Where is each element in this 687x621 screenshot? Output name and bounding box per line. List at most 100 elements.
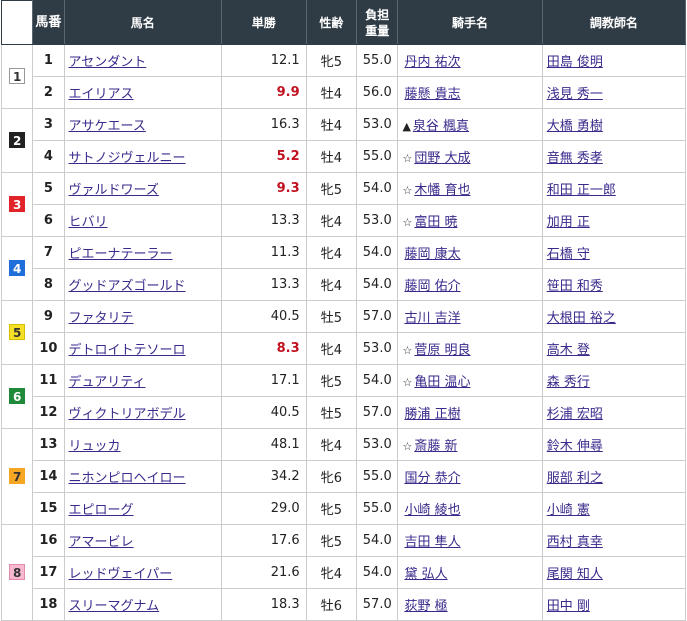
waku-cell: 1: [0, 44, 34, 109]
jockey-link[interactable]: 菅原 明良: [414, 343, 470, 358]
trainer-link[interactable]: 田島 俊明: [547, 55, 603, 70]
trainer-link[interactable]: 杉浦 宏昭: [547, 407, 603, 422]
horse-name-link[interactable]: アサケエース: [69, 119, 146, 134]
trainer-cell: 浅見 秀一: [541, 76, 687, 109]
table-row: 8 16 アマービレ 17.6 牝5 54.0 吉田 隼人 西村 真幸: [0, 524, 687, 621]
horse-name-link[interactable]: アマービレ: [69, 535, 134, 550]
waku-badge: 8: [9, 564, 26, 580]
header-jockey: 騎手名: [397, 0, 543, 45]
waku-badge: 1: [9, 68, 26, 84]
trainer-link[interactable]: 大根田 裕之: [547, 311, 616, 326]
horse-name-cell: アサケエース: [63, 108, 222, 141]
horse-name-link[interactable]: ヒバリ: [69, 215, 108, 230]
jockey-cell: ☆ 富田 暁: [397, 204, 543, 237]
win-odds: 12.1: [220, 44, 307, 77]
trainer-link[interactable]: 音無 秀孝: [547, 151, 603, 166]
jockey-link[interactable]: 亀田 温心: [414, 375, 470, 390]
waku-badge: 2: [9, 132, 26, 148]
horse-name-link[interactable]: ピエーナテーラー: [69, 247, 173, 262]
jockey-cell: ☆ 亀田 温心: [397, 364, 543, 397]
apprentice-mark: ☆: [402, 216, 413, 229]
trainer-link[interactable]: 大橋 勇樹: [547, 119, 603, 134]
trainer-link[interactable]: 浅見 秀一: [547, 87, 603, 102]
carried-weight: 57.0: [356, 396, 399, 429]
horse-name-cell: エイリアス: [63, 76, 222, 109]
win-odds: 9.9: [220, 76, 307, 109]
jockey-cell: 藤懸 貴志: [397, 76, 543, 109]
jockey-link[interactable]: 斎藤 新: [414, 439, 457, 454]
jockey-link[interactable]: 小崎 綾也: [404, 503, 460, 518]
trainer-link[interactable]: 尾関 知人: [547, 567, 603, 582]
jockey-cell: 黛 弘人: [397, 556, 543, 589]
horse-number: 8: [32, 268, 65, 301]
horse-number: 13: [32, 428, 65, 461]
jockey-link[interactable]: 吉田 隼人: [404, 535, 460, 550]
trainer-cell: 森 秀行: [541, 364, 687, 397]
jockey-link[interactable]: 泉谷 楓真: [413, 119, 469, 134]
jockey-link[interactable]: 藤岡 康太: [404, 247, 460, 262]
jockey-link[interactable]: 藤懸 貴志: [404, 87, 460, 102]
jockey-link[interactable]: 団野 大成: [414, 151, 470, 166]
trainer-link[interactable]: 小崎 憲: [547, 503, 590, 518]
horse-name-link[interactable]: グッドアズゴールド: [69, 279, 186, 294]
trainer-link[interactable]: 田中 剛: [547, 599, 590, 614]
trainer-link[interactable]: 鈴木 伸尋: [547, 439, 603, 454]
trainer-cell: 加用 正: [541, 204, 687, 237]
win-odds: 17.6: [220, 524, 307, 557]
horse-name-link[interactable]: リュッカ: [69, 439, 121, 454]
horse-name-cell: アセンダント: [63, 44, 222, 77]
table-row: 6 ヒバリ 13.3 牝4 53.0 ☆ 富田 暁加用 正: [2, 204, 687, 237]
horse-name-cell: ニホンピロヘイロー: [63, 460, 222, 493]
horse-name-link[interactable]: ニホンピロヘイロー: [69, 471, 186, 486]
jockey-cell: ▲ 泉谷 楓真: [397, 108, 543, 141]
jockey-link[interactable]: 富田 暁: [414, 215, 457, 230]
trainer-link[interactable]: 西村 真幸: [547, 535, 603, 550]
horse-name-link[interactable]: レッドヴェイパー: [69, 567, 173, 582]
carried-weight: 56.0: [356, 76, 399, 109]
jockey-link[interactable]: 黛 弘人: [404, 567, 447, 582]
horse-number: 6: [32, 204, 65, 237]
trainer-link[interactable]: 森 秀行: [547, 375, 590, 390]
horse-name-link[interactable]: エピローグ: [69, 503, 134, 518]
sex-age: 牝5: [305, 492, 358, 525]
table-row: 7 13 リュッカ 48.1 牝4 53.0 ☆ 斎藤 新鈴木 伸尋: [0, 428, 687, 525]
table-header-row: 枠 馬番 馬名 単勝 性齢 負担 重量 騎手名 調教師名: [0, 0, 687, 45]
win-odds: 5.2: [220, 140, 307, 173]
horse-name-link[interactable]: スリーマグナム: [69, 599, 160, 614]
win-odds: 11.3: [220, 236, 307, 269]
trainer-link[interactable]: 高木 登: [547, 343, 590, 358]
win-odds: 34.2: [220, 460, 307, 493]
horse-name-link[interactable]: ヴァルドワーズ: [69, 183, 159, 198]
sex-age: 牝4: [305, 204, 358, 237]
jockey-link[interactable]: 木幡 育也: [414, 183, 470, 198]
trainer-link[interactable]: 和田 正一郎: [547, 183, 616, 198]
horse-name-cell: リュッカ: [63, 428, 222, 461]
jockey-link[interactable]: 勝浦 正樹: [404, 407, 460, 422]
horse-name-link[interactable]: アセンダント: [69, 55, 147, 70]
horse-name-link[interactable]: エイリアス: [69, 87, 134, 102]
horse-name-cell: レッドヴェイパー: [63, 556, 222, 589]
horse-name-link[interactable]: サトノジヴェルニー: [69, 151, 186, 166]
sex-age: 牝5: [305, 172, 358, 205]
jockey-link[interactable]: 荻野 極: [404, 599, 447, 614]
header-weight: 負担 重量: [356, 0, 399, 45]
apprentice-mark: ▲: [402, 120, 411, 133]
horse-name-link[interactable]: ヴィクトリアボデル: [69, 407, 186, 422]
win-odds: 8.3: [220, 332, 307, 365]
table-row: 3 5 ヴァルドワーズ 9.3 牝5 54.0 ☆ 木幡 育也 和田 正一郎: [0, 172, 687, 237]
jockey-link[interactable]: 国分 恭介: [404, 471, 460, 486]
jockey-link[interactable]: 古川 吉洋: [404, 311, 460, 326]
horse-name-cell: ファタリテ: [63, 300, 222, 333]
horse-name-link[interactable]: ファタリテ: [69, 311, 134, 326]
horse-name-link[interactable]: デュアリティ: [69, 375, 146, 390]
carried-weight: 55.0: [356, 460, 399, 493]
trainer-link[interactable]: 加用 正: [547, 215, 590, 230]
trainer-link[interactable]: 服部 利之: [547, 471, 603, 486]
jockey-link[interactable]: 藤岡 佑介: [404, 279, 460, 294]
horse-name-link[interactable]: デトロイトテソーロ: [69, 343, 186, 358]
trainer-link[interactable]: 笹田 和秀: [547, 279, 603, 294]
waku-cell: 7: [0, 428, 34, 525]
jockey-link[interactable]: 丹内 祐次: [404, 55, 460, 70]
trainer-link[interactable]: 石橋 守: [547, 247, 590, 262]
jockey-cell: 勝浦 正樹: [397, 396, 543, 429]
